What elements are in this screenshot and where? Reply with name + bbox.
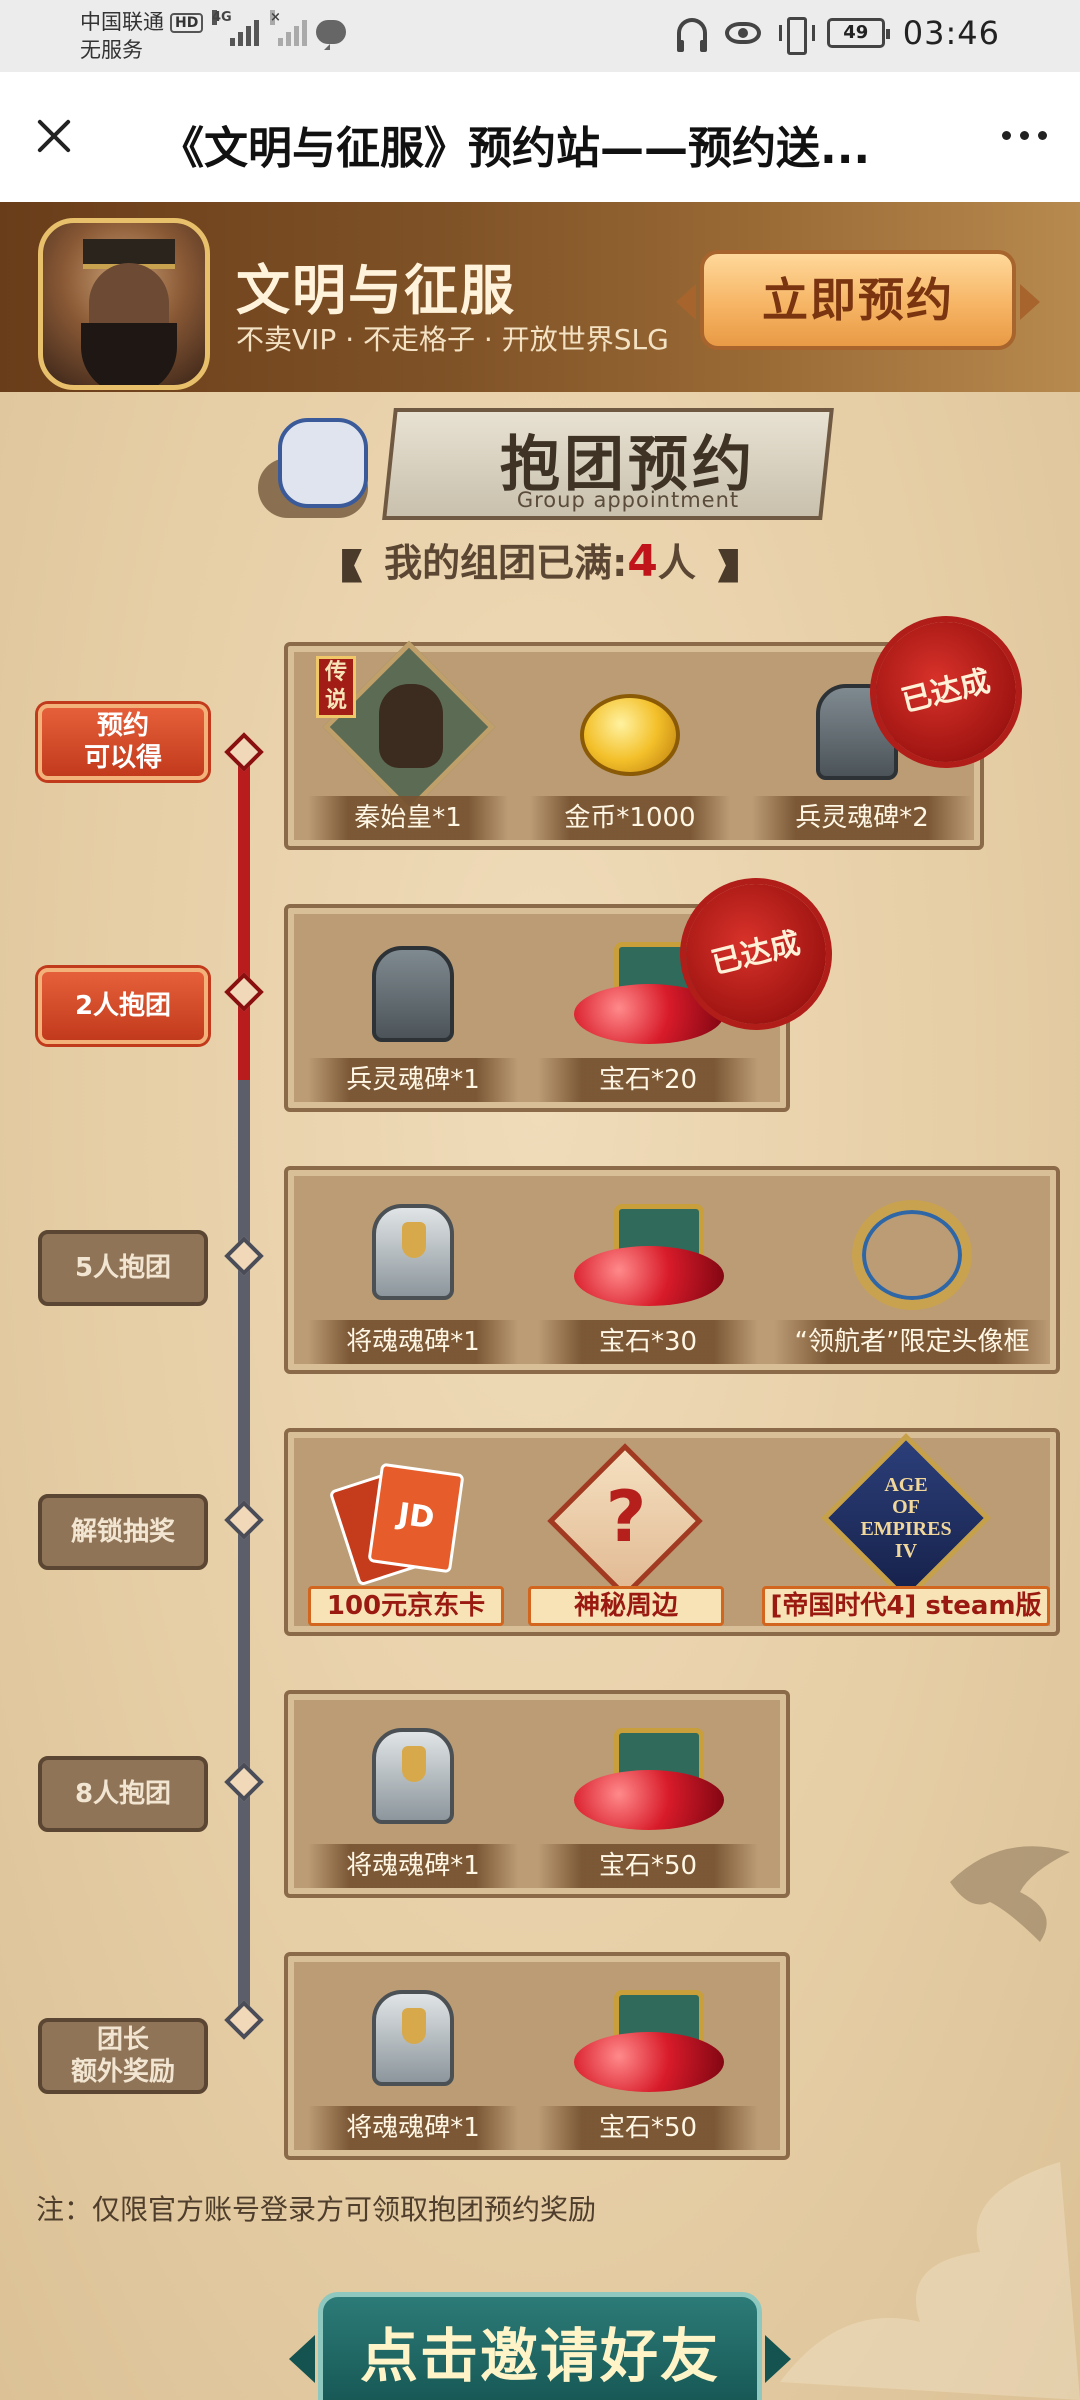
reward-item: ? 神秘周边 — [528, 1443, 724, 1626]
gold-coin-icon — [580, 694, 680, 776]
reward-name: 宝石*50 — [538, 2106, 758, 2150]
signal-icon: 4G — [212, 10, 259, 46]
legend-badge: 传说 — [316, 656, 356, 718]
eagle-decoration-icon — [950, 1846, 1070, 1942]
title-bar: 《文明与征服》预约站——预约送... — [0, 72, 1080, 202]
reward-name: 将魂魂碑*1 — [308, 1844, 518, 1888]
more-icon[interactable] — [994, 120, 1054, 150]
timeline-node — [224, 972, 264, 1012]
battery-icon: 49 — [826, 18, 890, 48]
group-status: 我的组团已满:4人 — [0, 532, 1080, 587]
page-title: 《文明与征服》预约站——预约送... — [160, 123, 871, 174]
jd-card-text: JD — [395, 1496, 437, 1537]
group-member-count: 4 — [627, 536, 658, 587]
tier-label-5: 5人抱团 — [38, 1230, 208, 1306]
reward-name: 将魂魂碑*1 — [308, 1320, 518, 1364]
timeline-track — [238, 1080, 250, 2020]
reserve-now-button[interactable]: 立即预约 — [676, 250, 1040, 350]
group-status-prefix: 我的组团已满: — [384, 541, 628, 585]
timeline-node — [224, 2000, 264, 2040]
gem-chest-icon — [574, 1728, 724, 1838]
reward-note: 注：仅限官方账号登录方可领取抱团预约奖励 — [36, 2193, 597, 2226]
reward-name: 宝石*30 — [538, 1320, 758, 1364]
reward-name: 宝石*50 — [538, 1844, 758, 1888]
reward-name: 宝石*20 — [538, 1058, 758, 1102]
reward-name: 金币*1000 — [530, 796, 730, 840]
eye-icon — [724, 22, 761, 44]
reward-name: 兵灵魂碑*1 — [308, 1058, 518, 1102]
reward-card-lottery: JD 100元京东卡 ? 神秘周边 AGE OF EMPIRES IV [帝国时… — [284, 1428, 1060, 1636]
carrier-info: 中国联通 HD 无服务 — [80, 8, 204, 64]
no-signal-mark: × — [270, 10, 281, 25]
banner-subtitle: Group appointment — [516, 488, 740, 512]
gem-chest-icon — [574, 1990, 724, 2100]
network-type: 4G — [212, 10, 232, 25]
page-content: 文明与征服 不卖VIP · 不走格子 · 开放世界SLG 立即预约 抱团预约 G… — [0, 202, 1080, 2400]
reward-item: 兵灵魂碑*1 — [308, 922, 518, 1102]
flag-right-icon — [717, 548, 738, 583]
app-tagline: 不卖VIP · 不走格子 · 开放世界SLG — [236, 323, 669, 356]
timeline-node — [224, 1762, 264, 1802]
reward-item: 将魂魂碑*1 — [308, 1708, 518, 1888]
reward-item: 传说 秦始皇*1 — [308, 640, 508, 840]
reward-card-5: 将魂魂碑*1 宝石*30 “领航者”限定头像框 — [284, 1166, 1060, 1374]
reward-name: 兵灵魂碑*2 — [752, 796, 972, 840]
headphones-icon — [676, 18, 707, 52]
tier-label-lottery: 解锁抽奖 — [38, 1494, 208, 1570]
reward-name: [帝国时代4] steam版 — [762, 1586, 1050, 1626]
reward-name: 100元京东卡 — [308, 1586, 504, 1626]
vibrate-icon — [778, 17, 815, 55]
cloud-decoration-icon — [780, 2162, 1080, 2400]
reward-item: 将魂魂碑*1 — [308, 1184, 518, 1364]
tier-label-2: 2人抱团 — [38, 968, 208, 1044]
invite-friends-button[interactable]: 点击邀请好友 — [289, 2292, 791, 2400]
reward-item: AGE OF EMPIRES IV [帝国时代4] steam版 — [762, 1433, 1050, 1626]
signal-icon-2: × — [270, 10, 307, 46]
timeline-node — [224, 732, 264, 772]
clock: 03:46 — [902, 14, 1000, 52]
flag-left-icon — [342, 548, 363, 583]
reward-item: “领航者”限定头像框 — [774, 1184, 1050, 1364]
hd-badge: HD — [170, 13, 204, 33]
reward-name: 将魂魂碑*1 — [308, 2106, 518, 2150]
reward-item: 金币*1000 — [530, 660, 730, 840]
reward-item: 宝石*50 — [538, 1708, 758, 1888]
general-tablet-icon — [372, 1728, 454, 1824]
reward-item: 将魂魂碑*1 — [308, 1970, 518, 2150]
reward-item: JD 100元京东卡 — [308, 1446, 504, 1626]
group-appointment-banner: 抱团预约 Group appointment — [238, 408, 842, 528]
service-status: 无服务 — [80, 38, 143, 62]
group-status-suffix: 人 — [657, 541, 696, 585]
status-bar: 中国联通 HD 无服务 4G × 49 03:46 — [0, 0, 1080, 72]
hero-portrait-icon: 传说 — [316, 640, 496, 814]
reward-card-8: 将魂魂碑*1 宝石*50 — [284, 1690, 790, 1898]
question-mark-icon: ? — [605, 1476, 647, 1558]
close-icon[interactable] — [24, 106, 84, 166]
tier-label-8: 8人抱团 — [38, 1756, 208, 1832]
gem-chest-icon — [574, 1204, 724, 1314]
jd-card-icon: JD — [367, 1462, 465, 1574]
age-of-empires-logo-text: AGE OF EMPIRES IV — [860, 1474, 952, 1562]
reward-name: 神秘周边 — [528, 1586, 724, 1626]
carrier-name: 中国联通 — [80, 10, 164, 34]
soldier-tablet-icon — [372, 946, 454, 1042]
reward-name: “领航者”限定头像框 — [774, 1320, 1050, 1364]
timeline-progress — [238, 750, 250, 1080]
timeline-node — [224, 1500, 264, 1540]
app-header: 文明与征服 不卖VIP · 不走格子 · 开放世界SLG 立即预约 — [0, 202, 1080, 392]
reward-name: 秦始皇*1 — [308, 796, 508, 840]
app-logo-icon — [38, 218, 210, 390]
general-tablet-icon — [372, 1204, 454, 1300]
avatar-frame-icon — [852, 1200, 972, 1310]
reward-card-leader: 将魂魂碑*1 宝石*50 — [284, 1952, 790, 2160]
reward-item: 宝石*50 — [538, 1970, 758, 2150]
general-tablet-icon — [372, 1990, 454, 2086]
tier-label-reserve: 预约 可以得 — [38, 704, 208, 780]
message-icon — [316, 20, 346, 50]
timeline-node — [224, 1236, 264, 1276]
warrior-illustration-icon — [238, 398, 408, 528]
app-name: 文明与征服 — [236, 259, 516, 322]
reward-item: 宝石*30 — [538, 1184, 758, 1364]
tier-label-leader: 团长 额外奖励 — [38, 2018, 208, 2094]
